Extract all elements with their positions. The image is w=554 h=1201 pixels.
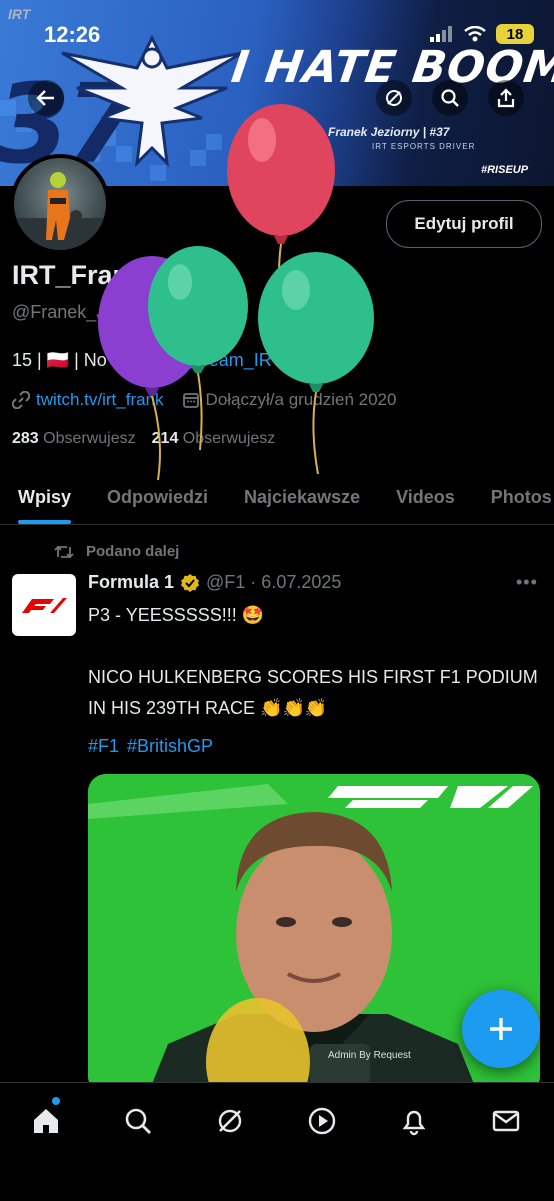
nav-grok[interactable] xyxy=(210,1101,250,1141)
nav-explore[interactable] xyxy=(118,1101,158,1141)
nav-messages[interactable] xyxy=(486,1101,526,1141)
nav-notifications[interactable] xyxy=(394,1101,434,1141)
explore-icon xyxy=(125,1108,151,1134)
nav-video[interactable] xyxy=(302,1101,342,1141)
green-balloon-right xyxy=(258,252,374,475)
green-balloon-left xyxy=(148,246,248,451)
plus-icon xyxy=(490,1018,512,1040)
home-icon xyxy=(34,1109,58,1133)
nav-home[interactable] xyxy=(26,1097,66,1141)
grok-icon xyxy=(218,1109,242,1133)
video-icon xyxy=(308,1107,336,1135)
mail-icon xyxy=(492,1110,520,1132)
notification-dot xyxy=(52,1097,60,1105)
bottom-navigation xyxy=(0,1082,554,1201)
compose-button[interactable] xyxy=(462,990,540,1068)
bell-icon xyxy=(402,1110,426,1136)
